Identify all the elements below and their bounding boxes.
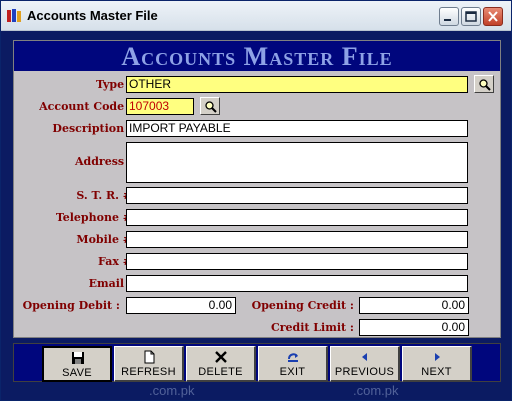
window-title: Accounts Master File (27, 8, 158, 23)
refresh-button[interactable]: Refresh (114, 346, 184, 382)
telephone-field[interactable] (126, 209, 468, 226)
previous-button[interactable]: Previous (330, 346, 400, 382)
save-label: Save (62, 367, 92, 379)
save-button[interactable]: Save (42, 346, 112, 382)
floppy-disk-icon (72, 352, 84, 364)
account-code-lookup-button[interactable] (200, 97, 220, 115)
opening-credit-label: Opening Credit : (251, 299, 354, 312)
exit-label: Exit (279, 366, 306, 378)
minimize-button[interactable] (439, 7, 459, 26)
exit-icon (288, 353, 298, 362)
str-field[interactable] (126, 187, 468, 204)
accounts-master-window: Accounts Master File .com.pk .com.pk Acc… (0, 0, 512, 401)
account-code-label: Account Code : (39, 100, 132, 113)
exit-button[interactable]: Exit (258, 346, 328, 382)
watermark-text: .com.pk (149, 383, 195, 398)
action-toolbar: Save Refresh Delete Exit Previous Next (13, 343, 501, 382)
search-icon (479, 79, 491, 91)
app-icon (7, 9, 21, 22)
email-field[interactable] (126, 275, 468, 292)
close-button[interactable] (483, 7, 503, 26)
account-code-field[interactable]: 107003 (126, 98, 194, 115)
fax-field[interactable] (126, 253, 468, 270)
credit-limit-field[interactable]: 0.00 (359, 319, 469, 336)
delete-x-icon (215, 351, 227, 363)
watermark-text: .com.pk (353, 383, 399, 398)
search-icon (205, 101, 217, 113)
form-banner: Accounts Master File (14, 41, 500, 71)
maximize-icon (465, 11, 477, 22)
arrow-right-icon (435, 353, 440, 361)
description-field[interactable]: IMPORT PAYABLE (126, 120, 468, 137)
mobile-field[interactable] (126, 231, 468, 248)
delete-button[interactable]: Delete (186, 346, 256, 382)
str-label: S. T. R. # (76, 189, 132, 202)
opening-debit-label: Opening Debit : (22, 299, 120, 312)
opening-credit-field[interactable]: 0.00 (359, 297, 469, 314)
next-button[interactable]: Next (402, 346, 472, 382)
form-panel: Accounts Master File Type : OTHER Accoun… (13, 40, 501, 338)
form-heading: Accounts Master File (121, 42, 393, 71)
credit-limit-label: Credit Limit : (270, 321, 354, 334)
minimize-icon (444, 19, 451, 21)
document-icon (144, 350, 155, 364)
opening-debit-field[interactable]: 0.00 (126, 297, 236, 314)
close-icon (488, 11, 498, 22)
description-label: Description : (52, 122, 132, 135)
arrow-left-icon (362, 353, 367, 361)
delete-label: Delete (198, 366, 243, 378)
title-bar[interactable]: Accounts Master File (1, 1, 511, 31)
address-field[interactable] (126, 142, 468, 183)
type-lookup-button[interactable] (474, 75, 494, 93)
address-label: Address : (75, 155, 132, 168)
maximize-button[interactable] (461, 7, 481, 26)
previous-label: Previous (334, 366, 395, 378)
telephone-label: Telephone # (55, 211, 132, 224)
next-label: Next (421, 366, 452, 378)
refresh-label: Refresh (121, 366, 176, 378)
type-field[interactable]: OTHER (126, 76, 468, 93)
mobile-label: Mobile # (76, 233, 132, 246)
